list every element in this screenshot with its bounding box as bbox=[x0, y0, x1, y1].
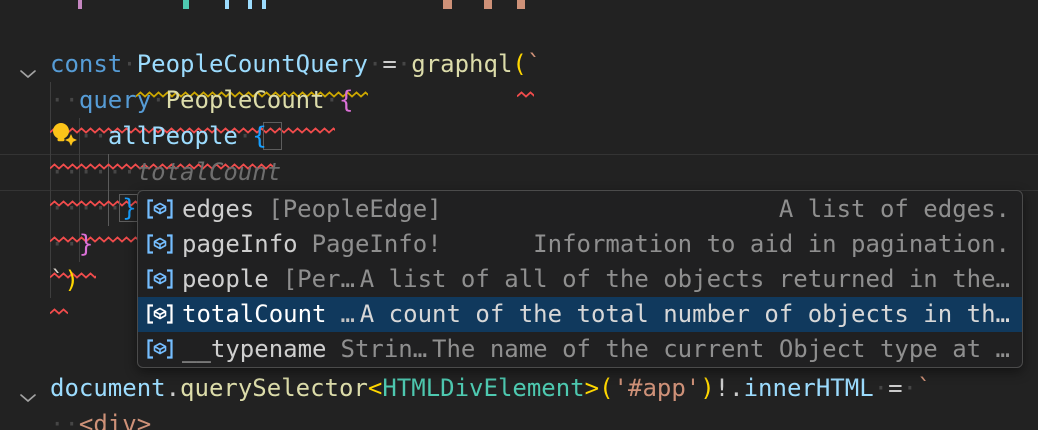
clipped-line-glyph-fragment bbox=[78, 0, 82, 9]
code-token: . bbox=[729, 374, 743, 402]
code-token: ( bbox=[512, 50, 526, 78]
code-token: · bbox=[368, 50, 382, 78]
line-query-peoplecount: ··query·PeopleCount·{ bbox=[0, 82, 1038, 118]
suggestion-description: Information to aid in pagination. bbox=[533, 230, 1010, 258]
suggestion-description: A count of the total number of objects i… bbox=[360, 300, 1010, 328]
suggestion-item[interactable]: pageInfo PageInfo! Information to aid in p… bbox=[138, 226, 1022, 261]
symbol-field-icon bbox=[145, 268, 175, 290]
code-token: PeopleCountQuery bbox=[137, 50, 368, 78]
code-token: document bbox=[50, 374, 166, 402]
symbol-field-icon bbox=[145, 198, 175, 220]
symbol-field-icon bbox=[145, 303, 175, 325]
clipped-line-glyph-fragment bbox=[225, 0, 229, 9]
code-token: HTMLDivElement bbox=[382, 374, 584, 402]
clipped-line-glyph-fragment bbox=[183, 0, 189, 9]
clipped-line-glyph-fragment bbox=[443, 0, 452, 9]
code-token: · bbox=[238, 122, 252, 150]
code-token: · bbox=[874, 374, 888, 402]
suggestion-detail: … bbox=[341, 300, 355, 328]
suggestion-label: people bbox=[182, 265, 269, 293]
code-token: ······ bbox=[50, 158, 137, 186]
code-token: < bbox=[368, 374, 382, 402]
clipped-line-glyph-fragment bbox=[517, 0, 525, 9]
code-token: ····· bbox=[50, 194, 122, 222]
suggestion-detail: [Per… bbox=[283, 265, 355, 293]
code-token: { bbox=[339, 86, 353, 114]
code-token: ( bbox=[599, 374, 613, 402]
suggestion-description: A list of all of the objects returned in… bbox=[360, 265, 1010, 293]
suggestion-item[interactable]: __typename Strin…The name of the current … bbox=[138, 332, 1022, 367]
code-token: ` bbox=[527, 50, 541, 78]
suggestion-label: __typename bbox=[182, 335, 327, 363]
code-token: · bbox=[122, 50, 136, 78]
inline-suggestion-ghost-text: totalCount bbox=[137, 158, 282, 186]
code-token: '#app' bbox=[614, 374, 701, 402]
clipped-line-glyph-fragment bbox=[248, 0, 252, 9]
suggestion-detail: PageInfo! bbox=[312, 230, 442, 258]
line-allpeople: ··allPeople·{ bbox=[0, 118, 1038, 154]
suggestion-item[interactable]: people [Per…A list of all of the objects … bbox=[138, 261, 1022, 296]
suggestion-label: pageInfo bbox=[182, 230, 298, 258]
symbol-field-icon bbox=[145, 233, 175, 255]
code-token: ·· bbox=[50, 86, 79, 114]
code-token: ·· bbox=[79, 122, 108, 150]
code-token: innerHTML bbox=[744, 374, 874, 402]
code-token: · bbox=[325, 86, 339, 114]
code-token: ·· bbox=[50, 410, 79, 430]
suggestion-label: edges bbox=[182, 195, 254, 223]
code-token: · bbox=[903, 374, 917, 402]
line-ghost-totalcount: ······totalCount bbox=[0, 154, 1038, 190]
suggestion-description: The name of the current Object type at … bbox=[432, 335, 1010, 363]
suggestion-item[interactable]: edges [PeopleEdge] A list of edges. bbox=[138, 191, 1022, 226]
code-token: > bbox=[585, 374, 599, 402]
code-token: } bbox=[122, 194, 136, 222]
suggestion-label: totalCount bbox=[182, 300, 327, 328]
clipped-line-glyph-fragment bbox=[262, 0, 266, 9]
fold-chevron-icon[interactable] bbox=[19, 382, 37, 394]
code-token: = bbox=[888, 374, 902, 402]
code-token: allPeople bbox=[108, 122, 238, 150]
suggestion-description: A list of edges. bbox=[779, 195, 1010, 223]
code-token: ` bbox=[917, 374, 931, 402]
code-token: ) bbox=[64, 266, 78, 294]
fold-chevron-icon[interactable] bbox=[19, 58, 37, 70]
line-const-declaration: const·PeopleCountQuery·=·graphql(` bbox=[0, 46, 1038, 82]
code-token: · bbox=[151, 86, 165, 114]
suggestion-detail: Strin… bbox=[341, 335, 428, 363]
code-token: ·· bbox=[50, 230, 79, 258]
code-token: query bbox=[79, 86, 151, 114]
code-token: { bbox=[252, 122, 266, 150]
code-token: ` bbox=[50, 266, 64, 294]
lightbulb-sparkle-icon[interactable] bbox=[50, 120, 80, 152]
code-token: graphql bbox=[411, 50, 512, 78]
suggestion-detail: [PeopleEdge] bbox=[268, 195, 441, 223]
suggestion-item-selected[interactable]: totalCount …A count of the total number o… bbox=[138, 297, 1022, 332]
symbol-field-icon bbox=[145, 338, 175, 360]
line-div-open: ··<div> bbox=[0, 406, 1038, 430]
code-token: . bbox=[166, 374, 180, 402]
line-queryselector: document.querySelector<HTMLDivElement>('… bbox=[0, 370, 1038, 406]
code-token: PeopleCount bbox=[166, 86, 325, 114]
code-token: ! bbox=[715, 374, 729, 402]
code-token: const bbox=[50, 50, 122, 78]
code-token: } bbox=[79, 230, 93, 258]
code-token: <div> bbox=[79, 410, 151, 430]
code-token: ) bbox=[700, 374, 714, 402]
suggest-widget: edges [PeopleEdge] A list of edges. pageInf… bbox=[137, 190, 1023, 368]
code-token: querySelector bbox=[180, 374, 368, 402]
code-editor: const·PeopleCountQuery·=·graphql(`··quer… bbox=[0, 0, 1038, 430]
clipped-line-glyph-fragment bbox=[484, 0, 492, 9]
code-token: · bbox=[397, 50, 411, 78]
code-token: = bbox=[382, 50, 396, 78]
